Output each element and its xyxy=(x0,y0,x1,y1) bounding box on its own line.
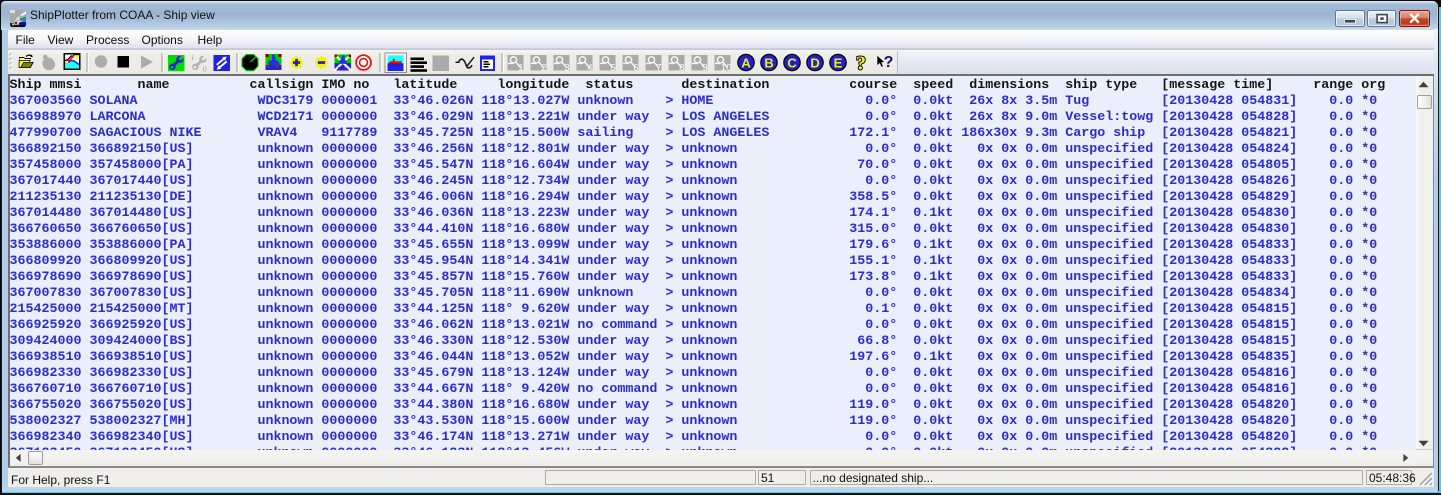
svg-text:6: 6 xyxy=(633,63,638,74)
svg-text:9: 9 xyxy=(702,63,707,74)
svg-text:?: ? xyxy=(856,53,866,75)
svg-text:2: 2 xyxy=(541,63,546,74)
svg-text:C: C xyxy=(787,55,797,70)
svg-text:7: 7 xyxy=(656,63,661,74)
svg-text:1: 1 xyxy=(518,63,523,74)
svg-text:E: E xyxy=(834,55,843,70)
svg-text:10: 10 xyxy=(721,63,732,74)
svg-text:0: 0 xyxy=(203,65,207,74)
svg-text:D: D xyxy=(810,55,819,70)
svg-text:8: 8 xyxy=(679,63,684,74)
svg-text:?: ? xyxy=(884,54,894,71)
svg-text:3: 3 xyxy=(564,63,569,74)
svg-text:B: B xyxy=(764,55,773,70)
svg-text:i: i xyxy=(192,53,194,62)
svg-text:4: 4 xyxy=(587,63,592,74)
svg-text:A: A xyxy=(741,55,751,70)
svg-text:5: 5 xyxy=(610,63,615,74)
